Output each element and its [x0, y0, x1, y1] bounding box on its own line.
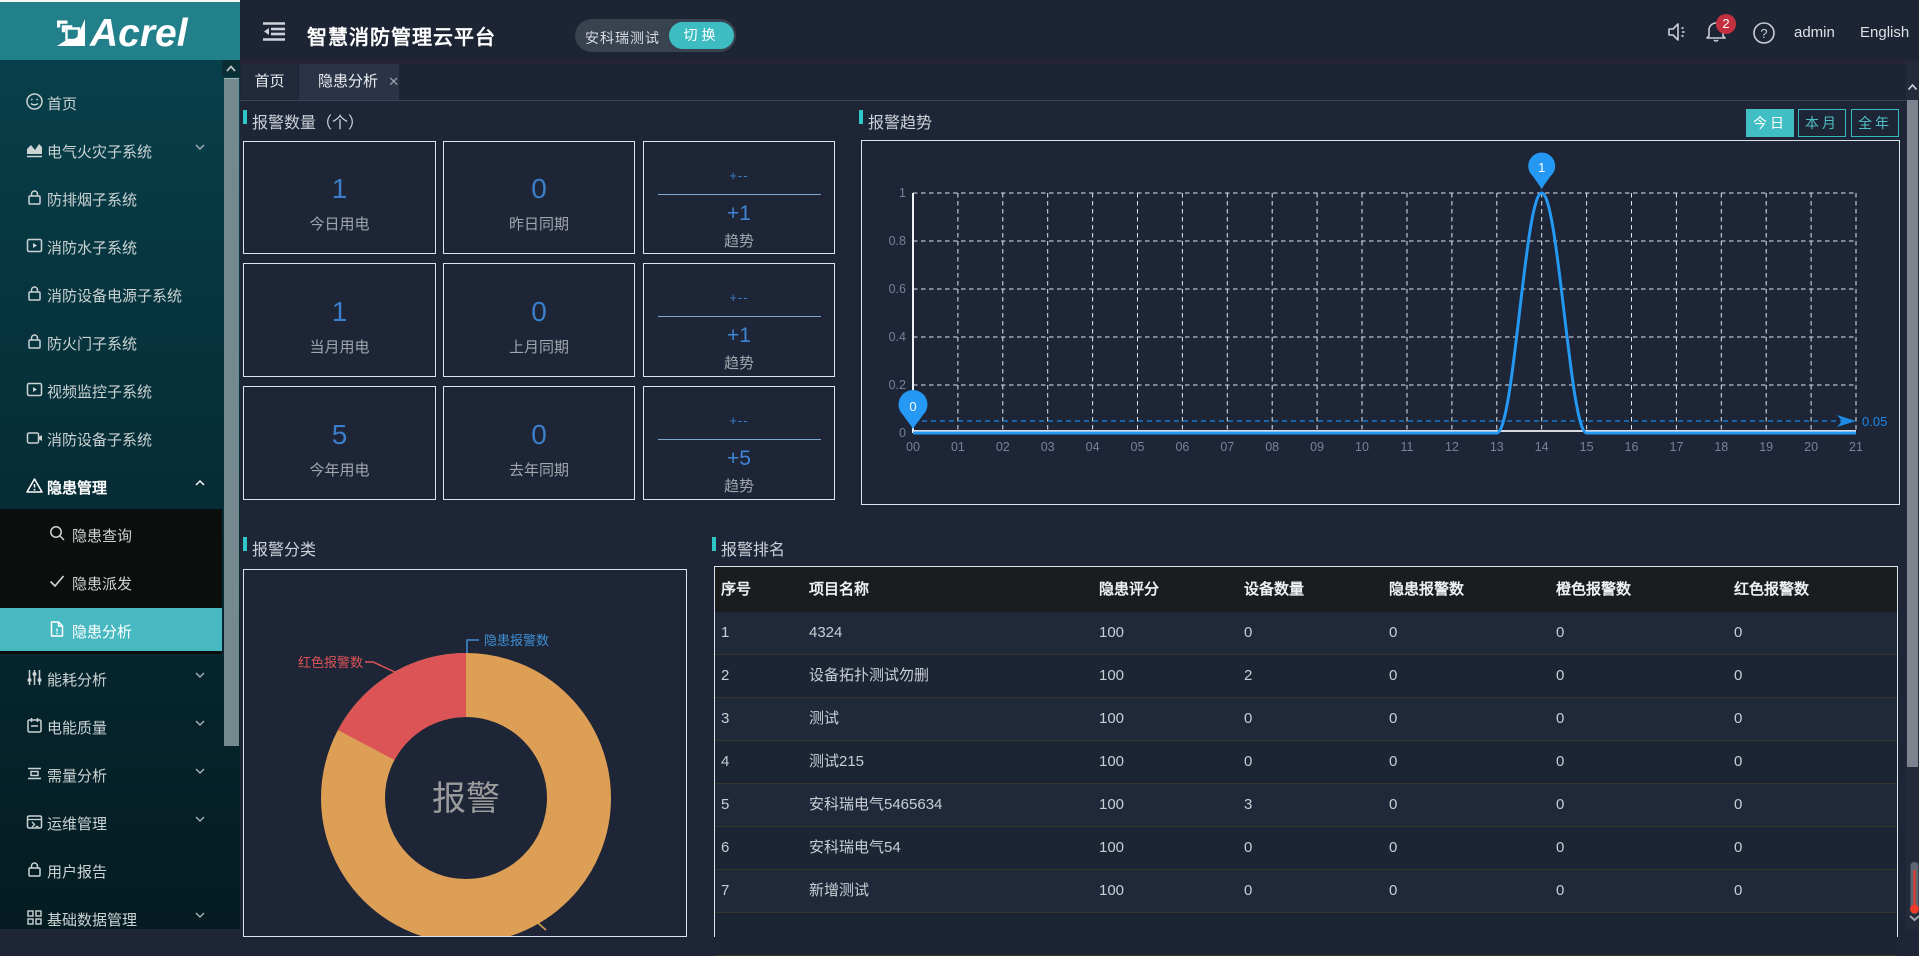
svg-text:09: 09 [1310, 440, 1324, 454]
svg-text:08: 08 [1265, 440, 1279, 454]
svg-text:01: 01 [951, 440, 965, 454]
svg-text:19: 19 [1759, 440, 1773, 454]
svg-text:红色报警数: 红色报警数 [298, 655, 363, 670]
svg-text:Acrel: Acrel [89, 12, 189, 55]
svg-text:20: 20 [1804, 440, 1818, 454]
svg-text:?: ? [1760, 26, 1767, 41]
svg-text:07: 07 [1220, 440, 1234, 454]
svg-text:报警: 报警 [432, 780, 500, 818]
svg-text:04: 04 [1086, 440, 1100, 454]
svg-text:0.6: 0.6 [889, 282, 906, 296]
svg-text:03: 03 [1041, 440, 1055, 454]
svg-text:12: 12 [1445, 440, 1459, 454]
svg-text:1: 1 [1538, 160, 1545, 175]
svg-text:14: 14 [1535, 440, 1549, 454]
svg-text:隐患报警数: 隐患报警数 [484, 633, 549, 648]
svg-text:05: 05 [1131, 440, 1145, 454]
svg-text:0.8: 0.8 [889, 234, 906, 248]
svg-text:18: 18 [1714, 440, 1728, 454]
svg-text:00: 00 [906, 440, 920, 454]
svg-text:0: 0 [899, 426, 906, 440]
svg-text:0: 0 [909, 399, 916, 414]
svg-text:06: 06 [1175, 440, 1189, 454]
svg-text:0.4: 0.4 [889, 330, 906, 344]
svg-text:21: 21 [1849, 440, 1863, 454]
svg-text:1: 1 [899, 186, 906, 200]
svg-text:10: 10 [1355, 440, 1369, 454]
svg-text:0.2: 0.2 [889, 378, 906, 392]
svg-text:16: 16 [1625, 440, 1639, 454]
svg-text:17: 17 [1669, 440, 1683, 454]
svg-text:15: 15 [1580, 440, 1594, 454]
svg-text:0.05: 0.05 [1862, 414, 1887, 429]
svg-text:13: 13 [1490, 440, 1504, 454]
svg-text:11: 11 [1401, 440, 1414, 454]
svg-text:02: 02 [996, 440, 1010, 454]
